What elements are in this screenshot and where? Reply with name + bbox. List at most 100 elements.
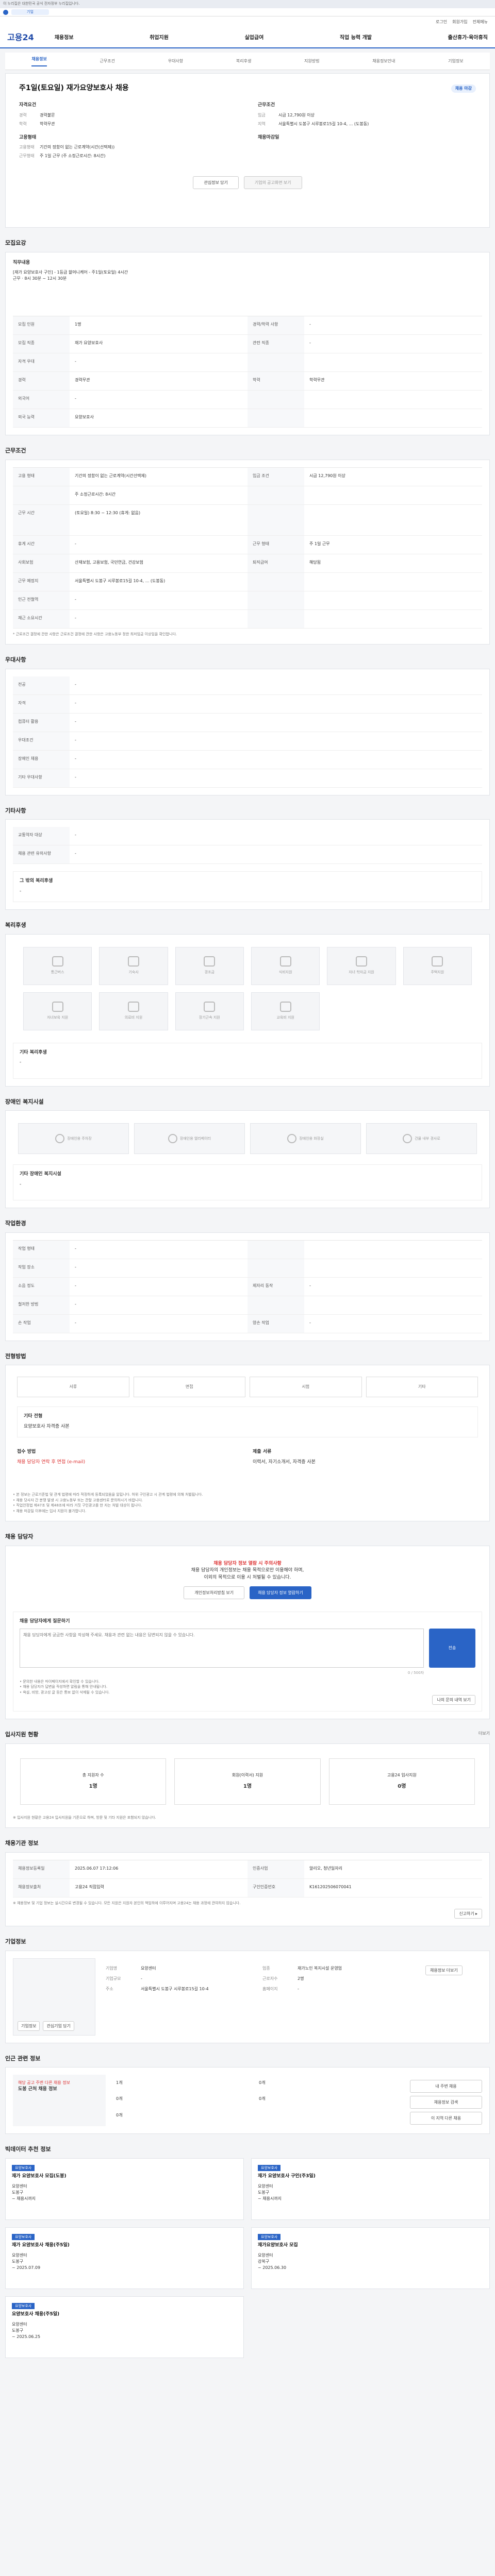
cell: 제자리 동작 bbox=[248, 1277, 304, 1296]
stats-grid: 총 지원자 수 1명 회원(이력서) 지원 1명 고용24 입사지원 0명 bbox=[13, 1751, 482, 1812]
recommend-card[interactable]: 요양보호사 요양보호사 채용(주5일) 요양센터 도봉구 ~ 2025.06.25 bbox=[5, 2296, 244, 2358]
company-info-button[interactable]: 기업정보 bbox=[18, 2021, 40, 2031]
login-link[interactable]: 로그인 bbox=[436, 19, 447, 25]
gift-icon bbox=[204, 956, 216, 967]
duties-text: [재가 요양보호사 구인] - 1등급 할머니케어 - 주1일(토요일) 4시간… bbox=[13, 270, 128, 281]
cell bbox=[248, 1240, 304, 1259]
welfare-grid: 통근버스 기숙사 경조금 식비지원 자녀 학자금 지원 주택지원 자녀보육 지원… bbox=[13, 942, 482, 1036]
company-section: 기업정보 기업정보 관심기업 담기 기업명 요양센터 업종 재가노인 복지시설 운영업… bbox=[5, 1938, 490, 2043]
cell: 요양보호사 bbox=[70, 409, 248, 428]
stats-section: 입사지원 현황 더보기 총 지원자 수 1명 회원(이력서) 지원 1명 고용24 입… bbox=[5, 1731, 490, 1828]
cell: 주 1일 근무 bbox=[304, 536, 482, 554]
cell: - bbox=[70, 732, 482, 751]
contact-title: 채용 담당자 bbox=[5, 1533, 34, 1540]
signup-link[interactable]: 회원가입 bbox=[452, 19, 467, 25]
cell: 인근 전철역 bbox=[13, 591, 70, 610]
my-inquiries-button[interactable]: 나의 문의 내역 보기 bbox=[432, 1695, 475, 1705]
gov-emblem-icon bbox=[3, 9, 8, 15]
job-title-row: 주1일(토요일) 재가요양보호사 채용 채용 마감 bbox=[19, 83, 476, 94]
bus-icon bbox=[52, 956, 63, 967]
cell: - bbox=[70, 1241, 248, 1259]
add-favorite-button[interactable]: 관심정보 담기 bbox=[193, 176, 239, 189]
tab-preference[interactable]: 우대사항 bbox=[168, 58, 183, 64]
other-disability-label: 기타 장애인 복지시설 bbox=[20, 1172, 61, 1177]
work-env-title: 작업환경 bbox=[5, 1220, 26, 1227]
report-button[interactable]: 신고하기 ▸ bbox=[454, 1909, 482, 1919]
alert-line: 채용 담당자의 개인정보는 채용 목적으로만 이용해야 하며, bbox=[191, 1568, 304, 1573]
tab-welfare[interactable]: 복리후생 bbox=[236, 58, 251, 64]
send-inquiry-button[interactable]: 전송 bbox=[429, 1628, 475, 1668]
recruit-section: 모집요강 직무내용 [재가 요양보호사 구인] - 1등급 할머니케어 - 주1… bbox=[5, 239, 490, 435]
menu-leave[interactable]: 출산휴가·육아휴직 bbox=[448, 34, 488, 42]
meal-icon bbox=[279, 956, 291, 967]
employment-label: 고용형태 bbox=[19, 134, 37, 140]
medal-icon bbox=[204, 1002, 216, 1012]
view-contact-button[interactable]: 채용 담당자 정보 열람하기 bbox=[250, 1586, 311, 1599]
stat-member: 회원(이력서) 지원 1명 bbox=[174, 1758, 321, 1805]
duties-label: 직무내용 bbox=[13, 260, 30, 265]
baby-icon bbox=[52, 1002, 63, 1012]
recommend-card[interactable]: 요양보호사 재가 요양보호사 모집(도봉) 요양센터 도봉구 ~ 채용시까지 bbox=[5, 2158, 244, 2220]
docs-label: 제출 서류 bbox=[253, 1449, 272, 1454]
cell: 휴게 시간 bbox=[13, 535, 70, 554]
cell: - bbox=[70, 827, 482, 845]
cell bbox=[248, 486, 304, 505]
tab-info[interactable]: 채용정보안내 bbox=[372, 58, 395, 64]
recommend-card[interactable]: 요양보호사 재가 요양보호사 채용(주5일) 요양센터 도봉구 ~ 2025.07.09 bbox=[5, 2227, 244, 2289]
stats-more-link[interactable]: 더보기 bbox=[478, 1731, 490, 1739]
company-page-button[interactable]: 기업의 공고화면 보기 bbox=[243, 176, 302, 189]
menu-unemployment[interactable]: 실업급여 bbox=[244, 34, 263, 42]
cell bbox=[13, 486, 70, 505]
cell: - bbox=[70, 391, 248, 409]
cell: 해당됨 bbox=[304, 554, 482, 573]
nearby-section: 인근 관련 정보 해당 공고 주변 다른 채용 정보 도봉 근처 채용 정보 1개… bbox=[5, 2055, 490, 2134]
follow-company-button[interactable]: 관심기업 담기 bbox=[43, 2021, 74, 2031]
all-menu-link[interactable]: 전체메뉴 bbox=[473, 19, 488, 25]
qualification-label: 자격요건 bbox=[19, 103, 37, 108]
recommend-card[interactable]: 요양보호사 재가 요양보호사 구인(주3일) 요양센터 도봉구 ~ 채용시까지 bbox=[251, 2158, 490, 2220]
summary-region: 지역 서울특별시 도봉구 시루봉로15길 10-4, ... (도봉동) bbox=[258, 121, 369, 126]
cell: - bbox=[70, 769, 482, 788]
cell: 작업 장소 bbox=[13, 1259, 70, 1278]
inquiry-textarea[interactable] bbox=[20, 1628, 424, 1668]
nearby-my-area-button[interactable]: 내 주변 채용 bbox=[410, 2080, 482, 2093]
menu-training[interactable]: 직업 능력 개발 bbox=[340, 34, 372, 42]
graduation-icon bbox=[355, 956, 367, 967]
cell: - bbox=[70, 1296, 248, 1315]
nearby-region-button[interactable]: 이 지역 다른 채용 bbox=[410, 2112, 482, 2125]
preference-table: 전공 - 자격 - 컴퓨터 활용 - 우대조건 - 장애인 채용 - 기타 우대사항 - bbox=[13, 676, 482, 788]
welfare-title: 복리후생 bbox=[5, 922, 26, 928]
cell: 모집 인원 bbox=[13, 316, 70, 335]
site-logo[interactable]: 고용24 bbox=[7, 31, 34, 44]
welfare-item: 식비지원 bbox=[251, 946, 320, 985]
cell: - bbox=[70, 845, 482, 864]
tab-conditions[interactable]: 근무조건 bbox=[100, 58, 115, 64]
tab-recruit[interactable]: 채용정보 bbox=[31, 56, 47, 66]
apply-title: 전형방법 bbox=[5, 1352, 26, 1360]
company-logo-area: 기업정보 관심기업 담기 bbox=[13, 1958, 95, 2036]
tab-apply[interactable]: 지원방법 bbox=[304, 58, 319, 64]
cell: 알리오, 청년일자리 bbox=[304, 1860, 482, 1879]
cell: 서울특별시 도봉구 시루봉로15길 10-4, ... (도봉동) bbox=[70, 573, 248, 591]
recruit-box: 직무내용 [재가 요양보호사 구인] - 1등급 할머니케어 - 주1일(토요일… bbox=[5, 251, 490, 435]
cell bbox=[304, 486, 482, 505]
tab-company[interactable]: 기업정보 bbox=[448, 58, 463, 64]
book-icon bbox=[279, 1002, 291, 1012]
nearby-search-button[interactable]: 채용정보 검색 bbox=[410, 2096, 482, 2109]
conditions-note: * 근로조건 결정에 관한 사항은 근로조건 결정에 관한 사항은 고용노동부 … bbox=[13, 632, 177, 636]
privacy-policy-button[interactable]: 개인정보처리방침 보기 bbox=[184, 1586, 245, 1599]
stat-online: 고용24 입사지원 0명 bbox=[328, 1758, 475, 1805]
preference-title: 우대사항 bbox=[5, 656, 26, 663]
summary-career: 경력 경력불문 bbox=[19, 112, 55, 117]
recommend-section: 빅데이터 추천 정보 요양보호사 재가 요양보호사 모집(도봉) 요양센터 도봉구 ~ … bbox=[5, 2145, 490, 2358]
more-jobs-button[interactable]: 채용정보 더보기 bbox=[425, 1965, 463, 1975]
cell: 모집 직종 bbox=[13, 335, 70, 353]
nearby-list-label: 도봉 근처 채용 정보 bbox=[18, 2087, 57, 2092]
cell bbox=[248, 353, 304, 372]
recommend-card[interactable]: 요양보호사 재가요양보호사 모집 요양센터 강북구 ~ 2025.06.30 bbox=[251, 2227, 490, 2289]
cell: 채용정보등록일 bbox=[13, 1860, 70, 1879]
menu-jobs[interactable]: 채용정보 bbox=[55, 34, 74, 42]
menu-employment-support[interactable]: 취업지원 bbox=[150, 34, 169, 42]
cell: 시급 12,790원 이상 bbox=[304, 468, 482, 486]
site-type-pill[interactable]: 기업 bbox=[11, 9, 49, 15]
